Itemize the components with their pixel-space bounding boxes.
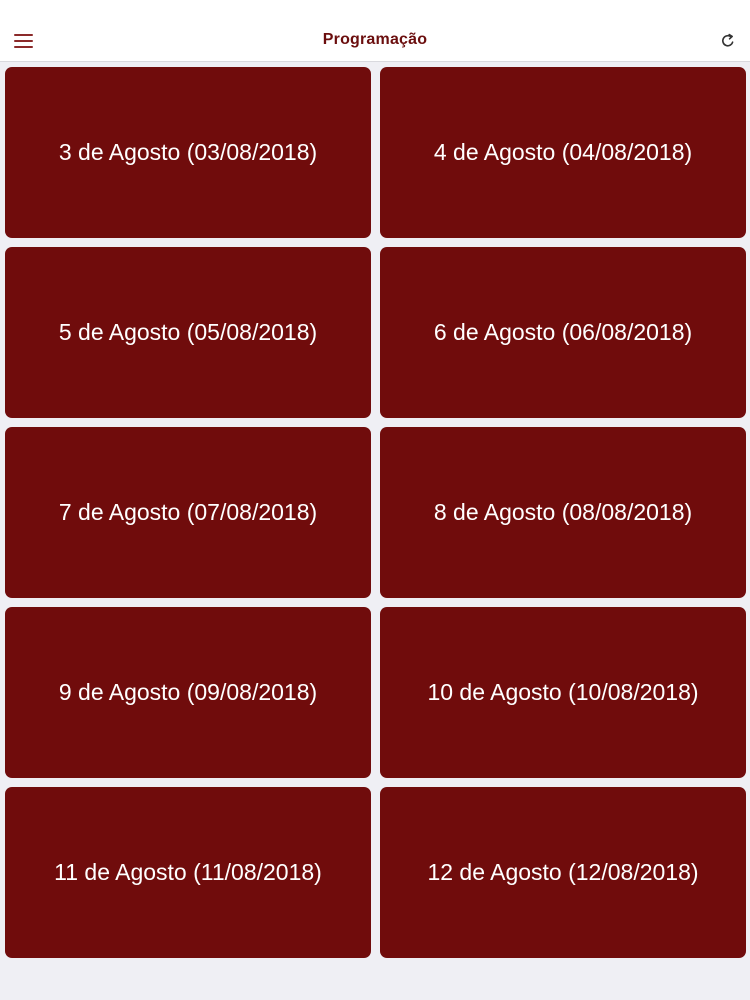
day-card-label: 5 de Agosto (05/08/2018) [58,319,318,345]
day-card-11-agosto[interactable]: 11 de Agosto (11/08/2018) [5,787,371,958]
day-card-5-agosto[interactable]: 5 de Agosto (05/08/2018) [5,247,371,418]
day-card-7-agosto[interactable]: 7 de Agosto (07/08/2018) [5,427,371,598]
day-card-8-agosto[interactable]: 8 de Agosto (08/08/2018) [380,427,746,598]
day-card-6-agosto[interactable]: 6 de Agosto (06/08/2018) [380,247,746,418]
day-card-9-agosto[interactable]: 9 de Agosto (09/08/2018) [5,607,371,778]
day-card-label: 7 de Agosto (07/08/2018) [58,499,318,525]
top-navigation-bar: Programação [0,0,750,62]
day-card-10-agosto[interactable]: 10 de Agosto (10/08/2018) [380,607,746,778]
day-card-label: 11 de Agosto (11/08/2018) [54,859,322,885]
day-card-12-agosto[interactable]: 12 de Agosto (12/08/2018) [380,787,746,958]
day-card-label: 12 de Agosto (12/08/2018) [427,859,699,885]
day-card-label: 6 de Agosto (06/08/2018) [433,319,693,345]
refresh-icon[interactable] [720,33,736,49]
day-card-label: 10 de Agosto (10/08/2018) [427,679,699,705]
day-card-label: 4 de Agosto (04/08/2018) [433,139,693,165]
day-card-label: 9 de Agosto (09/08/2018) [58,679,318,705]
days-grid: 3 de Agosto (03/08/2018) 4 de Agosto (04… [5,67,746,958]
page-title: Programação [322,31,428,48]
day-card-4-agosto[interactable]: 4 de Agosto (04/08/2018) [380,67,746,238]
day-card-3-agosto[interactable]: 3 de Agosto (03/08/2018) [5,67,371,238]
day-card-label: 3 de Agosto (03/08/2018) [58,139,318,165]
day-card-label: 8 de Agosto (08/08/2018) [433,499,693,525]
